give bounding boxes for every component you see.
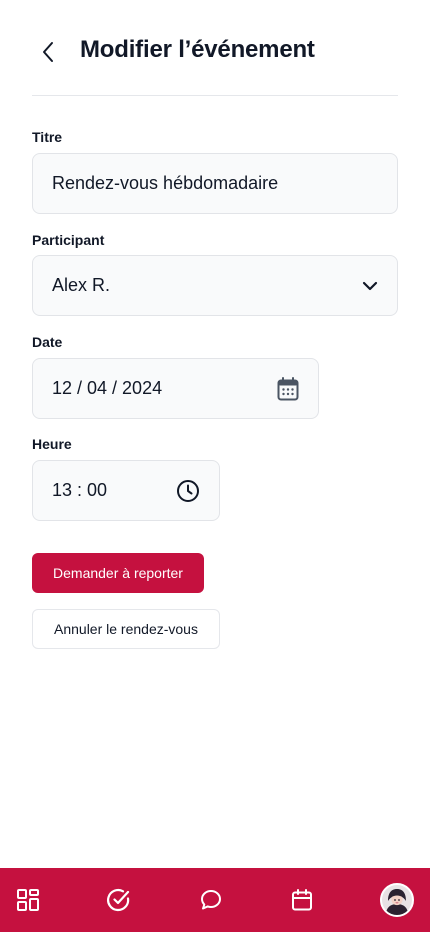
- check-circle-icon: [107, 888, 130, 912]
- chevron-left-icon: [43, 42, 53, 62]
- header: Modifier l’événement: [0, 0, 430, 96]
- avatar[interactable]: [380, 883, 414, 917]
- participant-select[interactable]: Alex R.: [32, 255, 398, 316]
- date-label: Date: [32, 334, 63, 350]
- calendar-icon: [292, 889, 312, 911]
- title-input[interactable]: Rendez-vous hébdomadaire: [32, 153, 398, 214]
- title-input-value: Rendez-vous hébdomadaire: [52, 173, 279, 193]
- time-label: Heure: [32, 436, 72, 452]
- clock-icon[interactable]: [176, 479, 200, 503]
- nav-tasks[interactable]: [101, 882, 137, 918]
- chat-bubble-icon: [201, 890, 221, 910]
- time-input[interactable]: 13 : 00: [32, 460, 220, 521]
- chevron-down-icon: [362, 281, 378, 291]
- participant-label: Participant: [32, 232, 105, 248]
- edit-event-screen: Modifier l’événement Titre Rendez-vous h…: [0, 0, 430, 932]
- time-input-value: 13 : 00: [52, 480, 108, 500]
- calendar-icon[interactable]: [277, 376, 299, 401]
- back-button[interactable]: [34, 37, 62, 67]
- request-reschedule-button[interactable]: Demander à reporter: [32, 553, 204, 593]
- nav-calendar[interactable]: [284, 882, 320, 918]
- title-label: Titre: [32, 129, 63, 145]
- page-title: Modifier l’événement: [80, 36, 315, 63]
- cancel-appointment-button[interactable]: Annuler le rendez-vous: [32, 609, 220, 649]
- participant-select-value: Alex R.: [52, 275, 111, 295]
- avatar-image: [382, 885, 412, 915]
- date-input[interactable]: 12 / 04 / 2024: [32, 358, 319, 419]
- date-input-value: 12 / 04 / 2024: [52, 378, 163, 398]
- nav-messages[interactable]: [193, 882, 229, 918]
- dashboard-grid-icon: [17, 889, 39, 911]
- bottom-nav: [0, 868, 430, 932]
- nav-dashboard[interactable]: [10, 882, 46, 918]
- header-divider: [32, 95, 398, 96]
